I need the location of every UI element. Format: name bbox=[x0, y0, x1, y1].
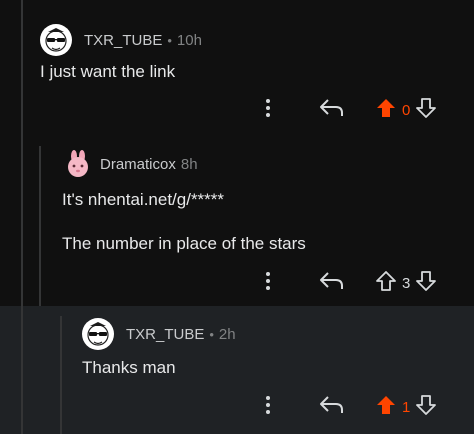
upvote-icon[interactable] bbox=[376, 270, 396, 297]
avatar[interactable] bbox=[40, 24, 72, 56]
comment-actions: 1 bbox=[258, 394, 437, 421]
comment-text: I just want the link bbox=[40, 62, 176, 81]
upvote-icon[interactable] bbox=[376, 97, 396, 124]
comment-actions: 0 bbox=[258, 97, 437, 124]
comment: Dramaticox 8h It's nhentai.net/g/***** T… bbox=[0, 140, 474, 306]
more-options-icon[interactable] bbox=[258, 270, 278, 297]
comment: TXR_TUBE • 2h Thanks man 1 bbox=[0, 306, 474, 434]
separator-dot: • bbox=[167, 32, 172, 48]
vote-score: 0 bbox=[402, 102, 411, 119]
vote-score: 3 bbox=[402, 275, 411, 292]
more-options-icon[interactable] bbox=[258, 97, 278, 124]
more-options-icon[interactable] bbox=[258, 394, 278, 421]
downvote-icon[interactable] bbox=[416, 97, 437, 124]
avatar[interactable] bbox=[82, 318, 114, 350]
avatar[interactable] bbox=[62, 148, 94, 180]
comment-actions: 3 bbox=[258, 270, 437, 297]
vote-score: 1 bbox=[402, 399, 411, 416]
comment-username[interactable]: TXR_TUBE bbox=[84, 32, 162, 49]
separator-dot: • bbox=[209, 326, 214, 342]
comment-text-line: It's nhentai.net/g/***** bbox=[62, 190, 225, 209]
comment-timestamp: 8h bbox=[180, 155, 198, 173]
comment-timestamp: 2h bbox=[218, 325, 236, 343]
comment-username[interactable]: Dramaticox bbox=[100, 156, 176, 173]
comment-header: TXR_TUBE • 10h bbox=[40, 24, 202, 56]
comment-text-line: The number in place of the stars bbox=[62, 234, 306, 253]
reply-icon[interactable] bbox=[318, 97, 346, 124]
comment: TXR_TUBE • 10h I just want the link 0 bbox=[0, 0, 474, 140]
downvote-icon[interactable] bbox=[416, 394, 437, 421]
downvote-icon[interactable] bbox=[416, 270, 437, 297]
comment-timestamp: 10h bbox=[176, 31, 202, 49]
reply-icon[interactable] bbox=[318, 394, 346, 421]
upvote-icon[interactable] bbox=[376, 394, 396, 421]
comment-username[interactable]: TXR_TUBE bbox=[126, 326, 204, 343]
comment-header: TXR_TUBE • 2h bbox=[82, 318, 236, 350]
comment-header: Dramaticox 8h bbox=[62, 148, 198, 180]
comment-text: Thanks man bbox=[82, 358, 176, 377]
reply-icon[interactable] bbox=[318, 270, 346, 297]
